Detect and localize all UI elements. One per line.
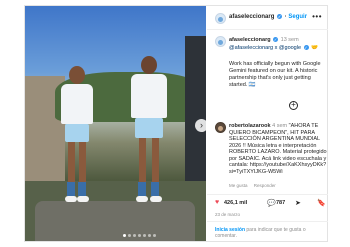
username-link[interactable]: afaseleccionarg — [229, 14, 274, 20]
post-author: afaseleccionarg ✓ · Seguir — [229, 14, 308, 21]
comment-like-button[interactable]: Me gusta — [229, 183, 248, 188]
post-photo[interactable]: › — [25, 6, 206, 241]
bookmark-icon[interactable]: 🔖 — [317, 199, 326, 207]
carousel-dot — [128, 234, 131, 237]
caption-text: Work has officially begun with Google Ge… — [229, 61, 321, 88]
follow-button[interactable]: Seguir — [288, 14, 307, 20]
carousel-dot — [153, 234, 156, 237]
carousel-dots — [123, 234, 156, 237]
avatar[interactable] — [215, 13, 226, 24]
verified-badge-icon: ✓ — [273, 37, 279, 43]
comment-bubble-icon[interactable]: 💬 — [267, 199, 276, 207]
chevron-right-icon[interactable]: › — [195, 119, 206, 132]
add-comment-icon[interactable]: + — [289, 101, 298, 110]
carousel-dot — [148, 234, 151, 237]
caption-mentions: @afaseleccionarg x @google ✓ 🤝 — [229, 45, 318, 51]
likes-count: 426,1 mil — [224, 200, 248, 206]
verified-badge-icon: ✓ — [277, 14, 283, 19]
carousel-dot — [133, 234, 136, 237]
comment-username[interactable]: robertolazarook — [229, 123, 271, 129]
mention-link[interactable]: @google — [279, 45, 301, 51]
avatar[interactable] — [215, 122, 226, 133]
mention-link[interactable]: @afaseleccionarg — [229, 45, 273, 51]
instagram-embed: › afaseleccionarg ✓ · Seguir ••• afasele… — [24, 5, 328, 242]
caption-time: 13 sem — [280, 37, 299, 43]
carousel-dot — [143, 234, 146, 237]
login-text: Inicia sesión para indicar que te gusta … — [215, 227, 325, 239]
roof-background — [185, 36, 206, 186]
carousel-dot — [123, 234, 126, 237]
more-options-icon[interactable]: ••• — [312, 12, 322, 21]
walkway — [35, 201, 195, 241]
avatar[interactable] — [215, 36, 226, 47]
post-actions: ♥ 426,1 mil 💬 787 ➤ 🔖 — [207, 194, 328, 207]
comments-count: 787 — [276, 200, 286, 206]
carousel-dot — [138, 234, 141, 237]
comment-text: "AHORA TE QUIERO BICAMPEON", HIT PARA SE… — [229, 123, 327, 175]
comment-body: robertolazarook 4 sem "AHORA TE QUIERO B… — [229, 123, 327, 175]
post-date: 23 de marzo — [215, 212, 241, 217]
handshake-emoji: 🤝 — [311, 45, 318, 51]
share-icon[interactable]: ➤ — [295, 199, 301, 207]
comment-time: 4 sem — [272, 123, 288, 129]
comment-reply-button[interactable]: Responder — [254, 183, 276, 188]
post-header: afaseleccionarg ✓ · Seguir ••• — [207, 6, 328, 30]
caption-username[interactable]: afaseleccionarg — [229, 37, 271, 43]
comment-actions: Me gusta Responder — [229, 183, 281, 188]
heart-icon[interactable]: ♥ — [215, 199, 219, 206]
verified-badge-icon: ✓ — [303, 45, 309, 51]
caption-author-line: afaseleccionarg ✓ 13 sem — [229, 37, 299, 43]
login-prompt: Inicia sesión para indicar que te gusta … — [207, 221, 328, 241]
post-side-panel: afaseleccionarg ✓ · Seguir ••• afaselecc… — [207, 6, 328, 241]
